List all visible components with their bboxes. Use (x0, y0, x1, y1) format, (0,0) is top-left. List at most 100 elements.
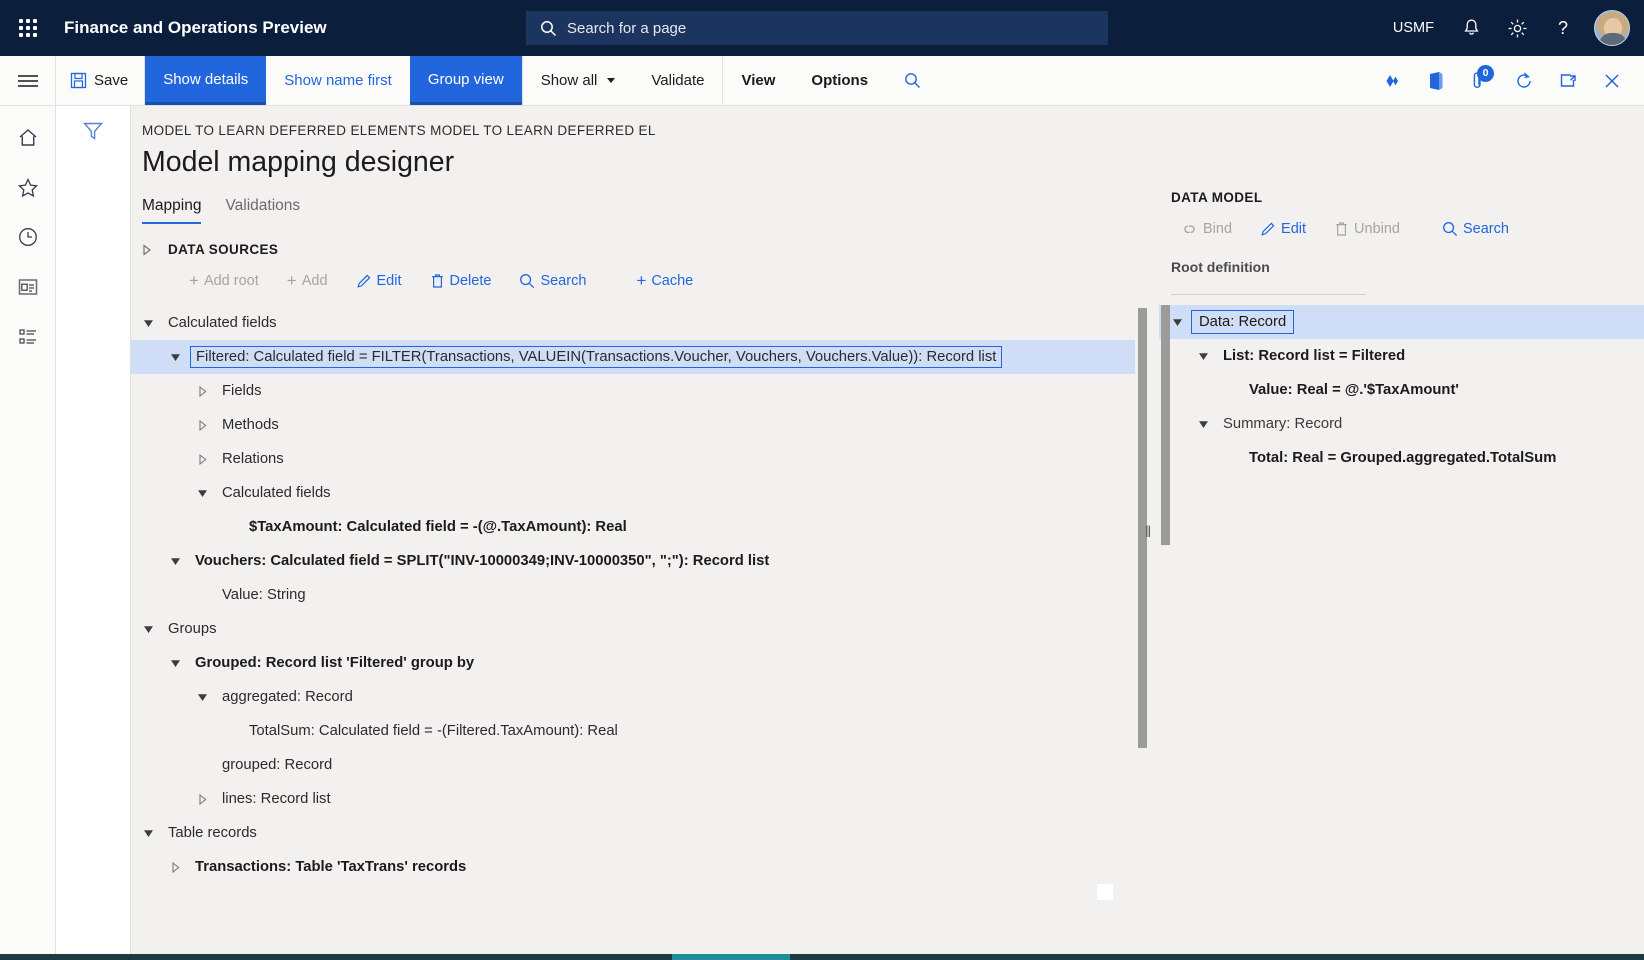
data-model-scrollbar-thumb[interactable] (1161, 305, 1170, 545)
toolbar-search-icon[interactable] (886, 56, 939, 105)
caret-down-icon[interactable] (169, 657, 195, 670)
cache-button[interactable]: + Cache (622, 269, 707, 293)
open-in-new-window-icon[interactable] (1546, 56, 1590, 105)
clock-recent-icon[interactable] (8, 220, 48, 254)
tree-row[interactable]: Summary: Record (1159, 407, 1644, 441)
tree-row[interactable]: Methods (131, 408, 1135, 442)
delete-data-source-button[interactable]: Delete (416, 269, 506, 293)
add-root-button[interactable]: + Add root (175, 269, 273, 293)
pencil-icon (356, 273, 372, 289)
plus-icon: + (636, 272, 646, 289)
tree-row[interactable]: grouped: Record (131, 748, 1135, 782)
edit-data-source-button[interactable]: Edit (342, 269, 416, 293)
close-icon[interactable] (1590, 56, 1634, 105)
caret-right-icon[interactable] (169, 861, 195, 874)
tree-row[interactable]: aggregated: Record (131, 680, 1135, 714)
tree-row[interactable]: Groups (131, 612, 1135, 646)
workspace-icon[interactable] (8, 270, 48, 304)
tree-row[interactable]: Calculated fields (131, 476, 1135, 510)
help-question-icon[interactable]: ? (1540, 0, 1586, 56)
tree-row[interactable]: Fields (131, 374, 1135, 408)
add-button[interactable]: + Add (273, 269, 342, 293)
plus-icon: + (287, 272, 297, 289)
caret-down-icon[interactable] (196, 691, 222, 704)
caret-down-icon[interactable] (142, 317, 168, 330)
tree-row[interactable]: Relations (131, 442, 1135, 476)
save-label: Save (94, 72, 128, 89)
caret-down-icon[interactable] (169, 555, 195, 568)
hamburger-menu-icon[interactable] (0, 56, 56, 105)
caret-right-icon (196, 793, 209, 806)
search-data-model-button[interactable]: Search (1428, 217, 1523, 241)
view-menu[interactable]: View (722, 56, 793, 105)
tree-row[interactable]: List: Record list = Filtered (1159, 339, 1644, 373)
show-all-dropdown[interactable]: Show all (522, 56, 634, 105)
search-data-source-button[interactable]: Search (505, 269, 600, 293)
options-menu[interactable]: Options (793, 56, 886, 105)
tree-row[interactable]: lines: Record list (131, 782, 1135, 816)
tree-row[interactable]: Data: Record (1159, 305, 1644, 339)
tree-row[interactable]: Grouped: Record list 'Filtered' group by (131, 646, 1135, 680)
company-selector[interactable]: USMF (1379, 20, 1448, 36)
panel-splitter[interactable]: ‖ (1135, 106, 1159, 960)
group-view-button[interactable]: Group view (410, 56, 522, 105)
tree-row[interactable]: Calculated fields (131, 306, 1135, 340)
show-details-button[interactable]: Show details (145, 56, 266, 105)
caret-down-icon (169, 351, 182, 364)
validate-button[interactable]: Validate (633, 56, 722, 105)
bind-button[interactable]: Bind (1167, 217, 1246, 241)
splitter-grip[interactable]: ‖ (1145, 524, 1150, 542)
star-favorites-icon[interactable] (8, 170, 48, 204)
caret-right-icon[interactable] (196, 793, 222, 806)
tree-row[interactable]: Value: String (131, 578, 1135, 612)
refresh-icon[interactable] (1502, 56, 1546, 105)
gear-icon[interactable] (1494, 0, 1540, 56)
tab-validations[interactable]: Validations (225, 197, 300, 224)
caret-right-icon[interactable] (196, 385, 222, 398)
filter-funnel-icon[interactable] (81, 120, 105, 960)
home-icon[interactable] (8, 120, 48, 154)
caret-right-icon[interactable] (196, 453, 222, 466)
unbind-button[interactable]: Unbind (1320, 217, 1414, 241)
tree-row[interactable]: Filtered: Calculated field = FILTER(Tran… (131, 340, 1135, 374)
caret-down-icon (169, 657, 182, 670)
tree-row[interactable]: Vouchers: Calculated field = SPLIT("INV-… (131, 544, 1135, 578)
modules-list-icon[interactable] (8, 320, 48, 354)
caret-right-icon[interactable] (196, 419, 222, 432)
show-all-label: Show all (541, 72, 598, 89)
attachment-count-badge: 0 (1477, 65, 1494, 82)
tree-row[interactable]: TotalSum: Calculated field = -(Filtered.… (131, 714, 1135, 748)
caret-down-icon[interactable] (142, 827, 168, 840)
svg-text:?: ? (1558, 18, 1568, 38)
data-sources-toolbar: + Add root + Add Edit (131, 257, 1135, 293)
data-sources-expand-caret[interactable] (142, 244, 152, 256)
caret-down-icon[interactable] (142, 623, 168, 636)
edit-data-model-button[interactable]: Edit (1246, 217, 1320, 241)
search-label: Search (540, 273, 586, 289)
tree-row[interactable]: Transactions: Table 'TaxTrans' records (131, 850, 1135, 884)
caret-down-icon[interactable] (1197, 350, 1223, 363)
dynamics-diamond-icon[interactable] (1370, 56, 1414, 105)
show-name-first-button[interactable]: Show name first (266, 56, 410, 105)
attachment-paperclip-icon[interactable]: 0 (1458, 56, 1502, 105)
office-app-icon[interactable] (1414, 56, 1458, 105)
trash-icon (1334, 221, 1349, 237)
tree-row-label: Grouped: Record list 'Filtered' group by (195, 655, 474, 671)
tree-row[interactable]: Value: Real = @.'$TaxAmount' (1159, 373, 1644, 407)
notification-bell-icon[interactable] (1448, 0, 1494, 56)
caret-down-icon[interactable] (1197, 418, 1223, 431)
tree-row[interactable]: Table records (131, 816, 1135, 850)
global-search-box[interactable]: Search for a page (526, 11, 1108, 45)
user-avatar[interactable] (1594, 10, 1630, 46)
tree-row-label: Value: String (222, 587, 306, 603)
tree-row-label: Data: Record (1191, 310, 1294, 334)
caret-down-icon[interactable] (196, 487, 222, 500)
tree-row[interactable]: Total: Real = Grouped.aggregated.TotalSu… (1159, 441, 1644, 475)
tab-mapping[interactable]: Mapping (142, 197, 201, 224)
caret-down-icon (169, 555, 182, 568)
edit-label: Edit (377, 273, 402, 289)
pencil-icon (1260, 221, 1276, 237)
app-launcher-icon[interactable] (0, 0, 56, 56)
tree-row[interactable]: $TaxAmount: Calculated field = -(@.TaxAm… (131, 510, 1135, 544)
save-button[interactable]: Save (56, 56, 145, 105)
